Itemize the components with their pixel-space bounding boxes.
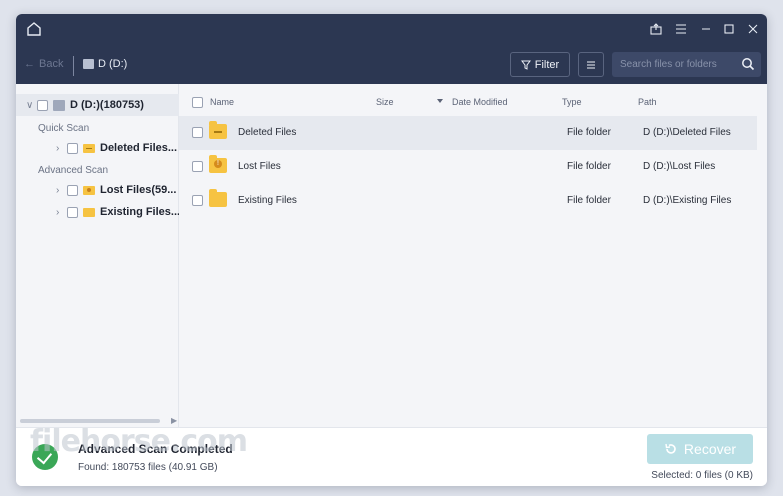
root-checkbox[interactable] [37, 99, 48, 111]
folder-icon [83, 207, 95, 217]
drive-icon [83, 59, 94, 69]
filehorse-watermark-logo: filehorse.com [30, 424, 248, 459]
select-all-checkbox[interactable] [192, 97, 203, 108]
sidebar-item-lost-files[interactable]: › Lost Files(59... [56, 181, 179, 199]
sidebar-item-label: Lost Files(59... [100, 184, 177, 196]
root-label: D (D:)(180753) [70, 99, 144, 111]
table-row[interactable]: Deleted Files File folder D (D:)\Deleted… [179, 116, 757, 150]
row-type: File folder [567, 127, 611, 138]
recover-label: Recover [683, 441, 737, 457]
advanced-scan-label: Advanced Scan [38, 165, 109, 176]
deleted-folder-icon [209, 121, 227, 139]
quick-scan-label: Quick Scan [38, 123, 90, 134]
divider [73, 56, 74, 76]
filter-button[interactable]: Filter [510, 52, 570, 77]
app-window: ← Back D (D:) Filter Search files or fol… [16, 14, 767, 486]
maximize-icon[interactable] [722, 22, 736, 36]
minimize-icon[interactable] [699, 22, 713, 36]
drive-icon [53, 99, 65, 111]
row-name: Lost Files [238, 161, 281, 172]
file-list-panel: Name Size Date Modified Type Path Delete… [179, 84, 767, 427]
lost-folder-icon [83, 185, 95, 195]
chevron-right-icon[interactable]: › [56, 143, 62, 154]
title-row [16, 14, 767, 44]
recover-icon [665, 443, 676, 454]
row-checkbox[interactable] [192, 161, 203, 172]
view-menu-button[interactable] [578, 52, 604, 77]
lost-folder-icon [209, 155, 227, 173]
sidebar-item-label: Deleted Files... [100, 142, 178, 154]
row-path: D (D:)\Existing Files [643, 195, 732, 206]
filter-label: Filter [534, 58, 560, 71]
scan-status-summary: Found: 180753 files (40.91 GB) [78, 462, 218, 473]
header-bar: ← Back D (D:) Filter [16, 14, 767, 84]
chevron-right-icon[interactable]: › [56, 207, 62, 218]
row-name: Deleted Files [238, 127, 297, 138]
breadcrumb[interactable]: D (D:) [83, 58, 127, 70]
row-path: D (D:)\Deleted Files [643, 127, 731, 138]
sidebar-item-deleted-files[interactable]: › Deleted Files... [56, 139, 179, 157]
row-checkbox[interactable] [192, 127, 203, 138]
sidebar-item-label: Existing Files... [100, 206, 179, 218]
arrow-left-icon: ← [24, 58, 35, 70]
table-row[interactable]: Existing Files File folder D (D:)\Existi… [179, 184, 757, 218]
export-icon[interactable] [649, 22, 663, 36]
column-name[interactable]: Name [210, 97, 234, 107]
column-date-modified[interactable]: Date Modified [452, 97, 508, 107]
row-checkbox[interactable] [192, 195, 203, 206]
search-icon[interactable] [741, 57, 755, 71]
row-path: D (D:)\Lost Files [643, 161, 716, 172]
column-path[interactable]: Path [638, 97, 657, 107]
horizontal-scrollbar[interactable] [20, 419, 160, 423]
back-label: Back [39, 58, 64, 70]
column-type[interactable]: Type [562, 97, 582, 107]
home-icon[interactable] [25, 20, 43, 38]
column-size[interactable]: Size [376, 97, 394, 107]
breadcrumb-label: D (D:) [98, 58, 128, 70]
list-icon [587, 60, 595, 69]
back-button[interactable]: ← Back [24, 58, 63, 70]
sort-down-icon[interactable] [437, 99, 443, 103]
search-box [612, 52, 761, 77]
recover-button[interactable]: Recover [647, 434, 753, 464]
sidebar-tree: ∨ D (D:)(180753) Quick Scan › Deleted Fi… [16, 84, 179, 427]
nav-row: ← Back D (D:) Filter [16, 52, 767, 80]
selection-summary: Selected: 0 files (0 KB) [651, 470, 753, 481]
menu-icon[interactable] [674, 22, 688, 36]
folder-icon [209, 189, 227, 207]
filter-icon [520, 60, 531, 70]
chevron-right-icon[interactable]: › [56, 185, 62, 196]
sidebar-item-existing-files[interactable]: › Existing Files... [56, 203, 179, 221]
sidebar-checkbox[interactable] [67, 142, 78, 154]
search-input[interactable] [612, 52, 736, 77]
sidebar-checkbox[interactable] [67, 184, 78, 196]
row-type: File folder [567, 161, 611, 172]
row-type: File folder [567, 195, 611, 206]
deleted-folder-icon [83, 143, 95, 153]
chevron-down-icon[interactable]: ∨ [26, 100, 33, 111]
sidebar-checkbox[interactable] [67, 206, 78, 218]
tree-root-drive[interactable]: ∨ D (D:)(180753) [16, 94, 179, 116]
row-name: Existing Files [238, 195, 297, 206]
table-row[interactable]: Lost Files File folder D (D:)\Lost Files [179, 150, 757, 184]
close-icon[interactable] [746, 22, 760, 36]
